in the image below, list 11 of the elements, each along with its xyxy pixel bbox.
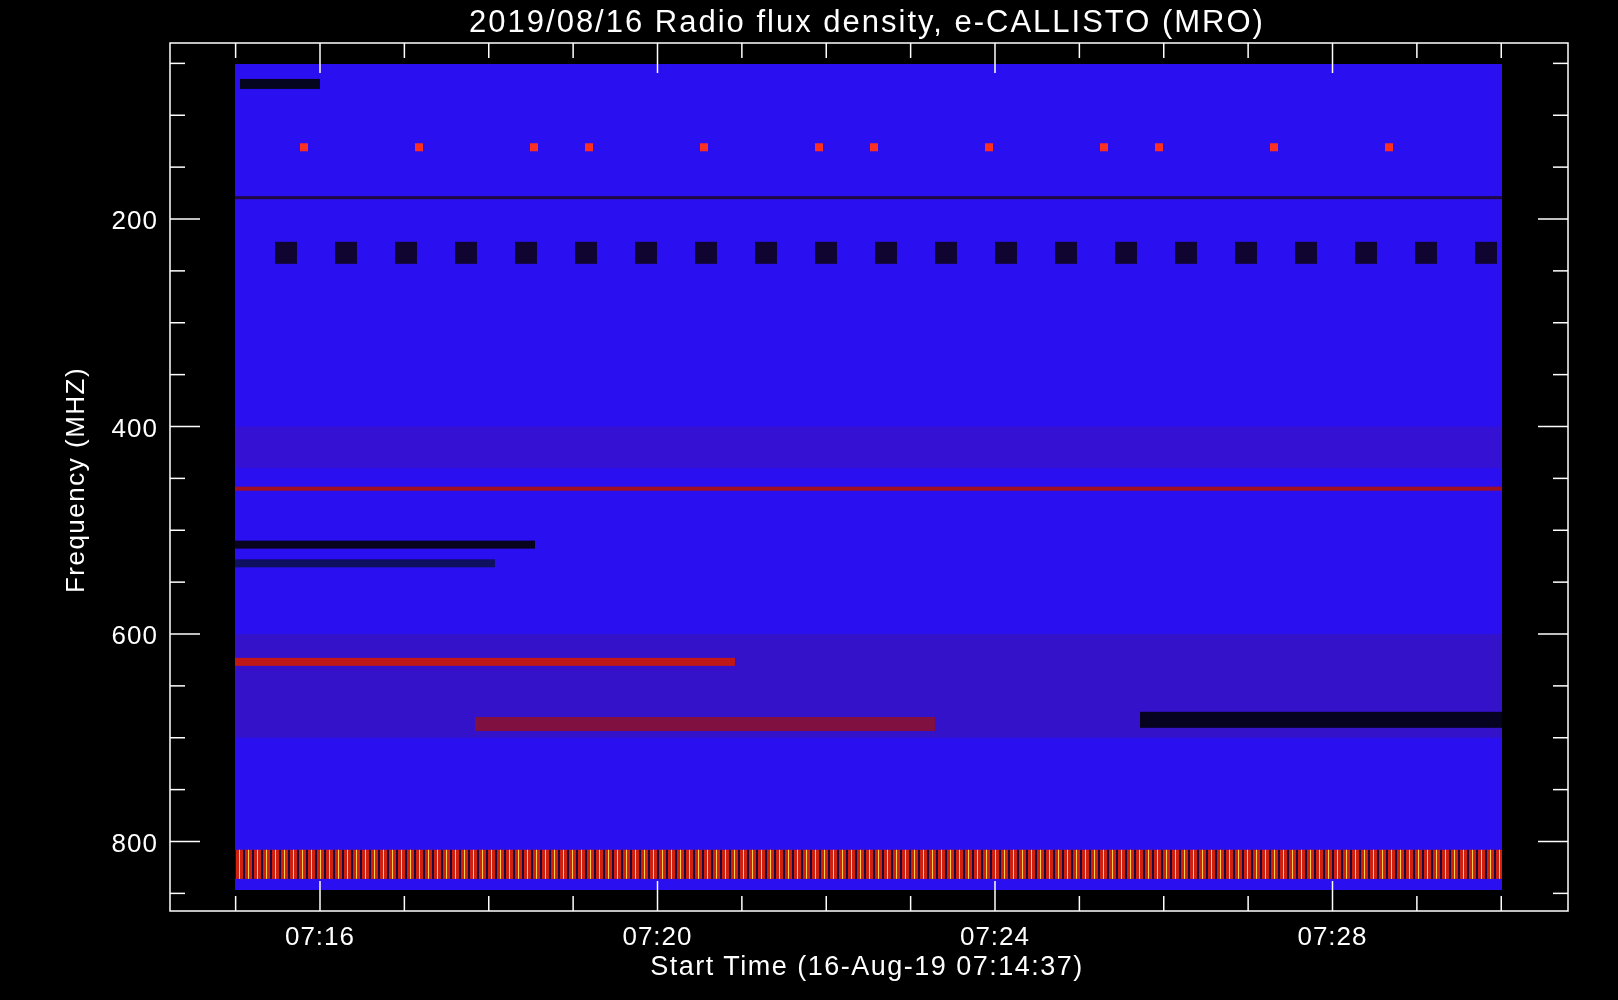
x-tick-label: 07:28 (1297, 921, 1368, 951)
x-tick-label: 07:16 (284, 921, 356, 951)
x-axis-title: Start Time (16-Aug-19 07:14:37) (650, 951, 1084, 981)
y-tick-label: 400 (111, 412, 158, 443)
y-tick-label: 200 (111, 205, 158, 235)
x-tick-label: 07:20 (622, 921, 693, 951)
y-tick-label: 600 (111, 620, 158, 650)
x-tick-label: 07:24 (959, 921, 1031, 951)
chart-title: 2019/08/16 Radio flux density, e-CALLISTO (MRO) (469, 4, 1265, 39)
y-tick-label: 800 (111, 827, 158, 858)
y-axis-title: Frequency (MHZ) (60, 366, 90, 594)
